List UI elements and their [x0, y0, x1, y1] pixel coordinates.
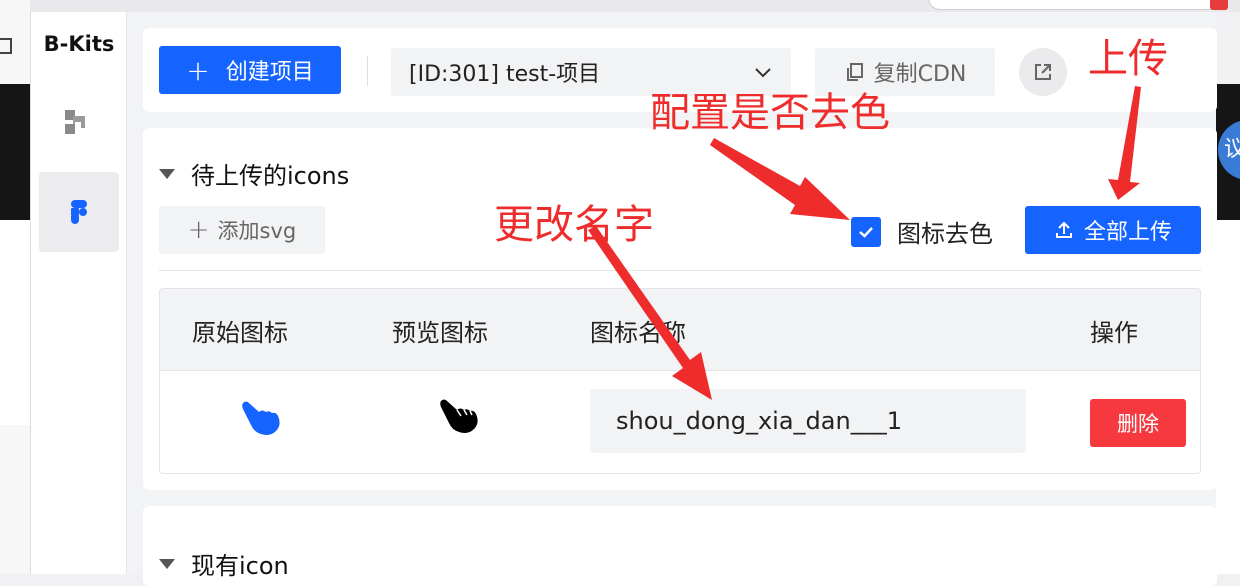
arrow-to-decolor	[710, 138, 850, 220]
arrow-to-upload	[1108, 86, 1141, 200]
annotation-arrows	[588, 86, 1141, 400]
arrow-to-rename	[588, 226, 712, 400]
